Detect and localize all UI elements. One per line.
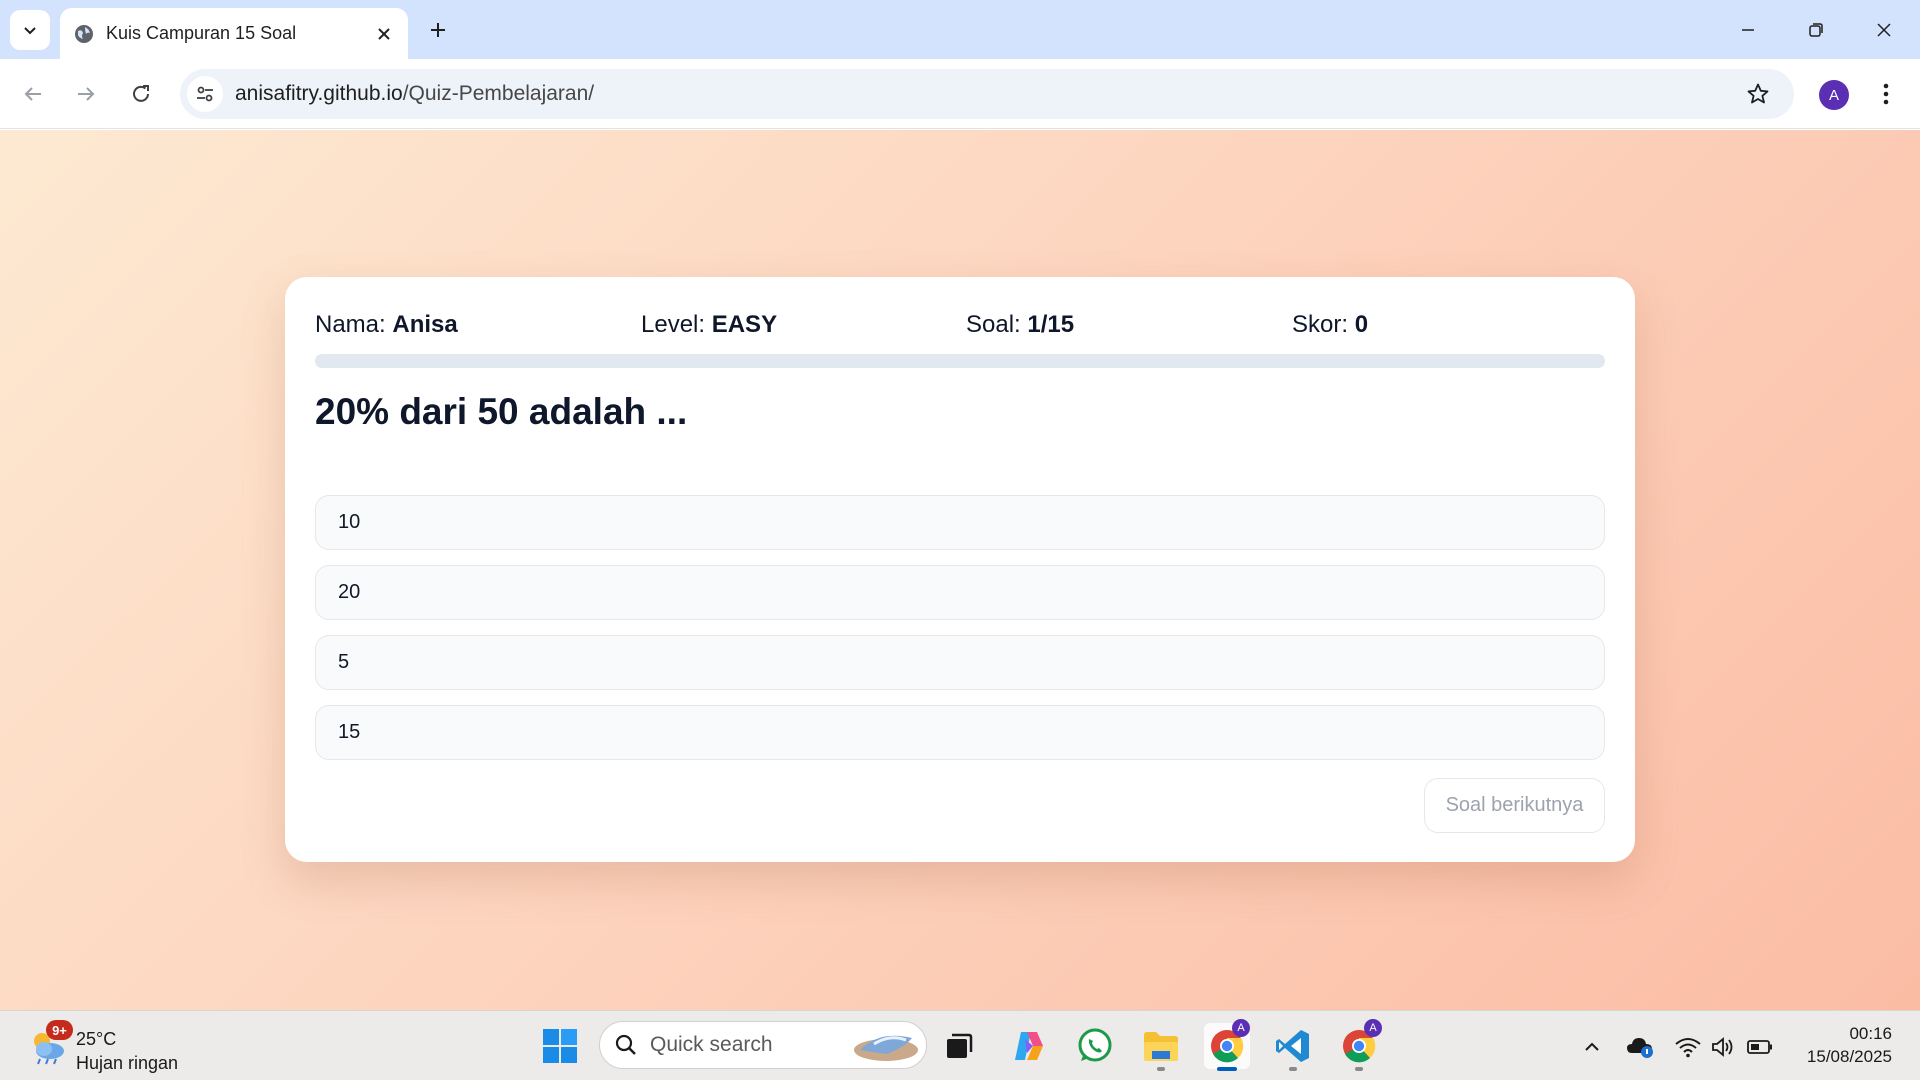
site-info-button[interactable] — [187, 76, 223, 112]
volume-button[interactable] — [1710, 1033, 1738, 1061]
bookmark-button[interactable] — [1738, 74, 1778, 114]
chevron-up-icon — [1585, 1042, 1599, 1051]
tray-overflow-button[interactable] — [1578, 1033, 1606, 1061]
chrome-button[interactable]: A — [1204, 1019, 1250, 1071]
reload-button[interactable] — [121, 74, 161, 114]
close-window-button[interactable] — [1864, 10, 1904, 50]
tab-title: Kuis Campuran 15 Soal — [106, 23, 297, 43]
wifi-icon — [1675, 1038, 1701, 1058]
clock-date: 15/08/2025 — [1806, 1047, 1892, 1066]
windows-logo-icon — [543, 1029, 577, 1063]
close-icon — [378, 27, 390, 40]
score-value: 0 — [1354, 311, 1369, 338]
name-label: Nama: — [315, 311, 386, 338]
browser-menu-button[interactable] — [1866, 74, 1906, 114]
minimize-button[interactable] — [1728, 10, 1768, 50]
chevron-down-icon — [24, 27, 36, 35]
quiz-info-row: Nama: Anisa Level: EASY Soal: 1/15 Skor:… — [315, 311, 1605, 341]
player-name: Nama: Anisa — [315, 311, 458, 339]
copilot-button[interactable] — [1006, 1023, 1052, 1069]
cloud-icon — [1627, 1038, 1653, 1058]
chrome-profile-badge: A — [1364, 1019, 1382, 1037]
quiz-score: Skor: 0 — [1292, 311, 1368, 339]
url-path: /Quiz-Pembelajaran/ — [402, 82, 595, 105]
weather-description: Hujan ringan — [76, 1053, 179, 1073]
score-label: Skor: — [1292, 311, 1349, 338]
forward-button[interactable] — [66, 74, 106, 114]
whatsapp-icon — [1078, 1028, 1112, 1062]
wifi-button[interactable] — [1674, 1033, 1702, 1061]
answer-option[interactable]: 15 — [315, 705, 1605, 760]
quiz-level: Level: EASY — [641, 311, 777, 339]
file-explorer-button[interactable] — [1138, 1023, 1184, 1071]
onedrive-button[interactable] — [1626, 1033, 1654, 1061]
name-value: Anisa — [392, 311, 458, 338]
address-bar[interactable]: anisafitry.github.io/Quiz-Pembelajaran/ — [180, 69, 1794, 119]
back-button[interactable] — [13, 74, 53, 114]
quiz-progress-bar — [315, 354, 1605, 368]
running-indicator — [1289, 1067, 1297, 1071]
speaker-icon — [1712, 1037, 1733, 1057]
vscode-icon — [1276, 1030, 1309, 1062]
search-highlight-icon — [854, 1035, 918, 1061]
more-vert-icon — [1883, 83, 1889, 105]
chrome-profile-badge: A — [1232, 1019, 1250, 1037]
question-counter: Soal: 1/15 — [966, 311, 1074, 339]
copilot-icon — [1015, 1032, 1043, 1060]
url-host: anisafitry.github.io — [235, 82, 403, 105]
task-view-icon — [947, 1033, 973, 1058]
page-viewport: Nama: Anisa Level: EASY Soal: 1/15 Skor:… — [0, 130, 1920, 1010]
browser-toolbar: anisafitry.github.io/Quiz-Pembelajaran/ … — [0, 59, 1920, 129]
search-icon — [615, 1034, 636, 1055]
answer-option[interactable]: 20 — [315, 565, 1605, 620]
task-view-button[interactable] — [936, 1023, 982, 1069]
arrow-right-icon — [78, 87, 95, 101]
question-text: 20% dari 50 adalah ... — [315, 391, 688, 432]
running-indicator — [1355, 1067, 1363, 1071]
next-question-button[interactable]: Soal berikutnya — [1424, 778, 1605, 833]
answer-option[interactable]: 5 — [315, 635, 1605, 690]
weather-temperature: 25°C — [76, 1029, 117, 1049]
whatsapp-button[interactable] — [1072, 1023, 1118, 1069]
browser-tabstrip: Kuis Campuran 15 Soal — [0, 0, 1920, 59]
answer-options: 10 20 5 15 — [315, 495, 1605, 775]
system-clock[interactable]: 00:16 15/08/2025 — [1807, 1022, 1892, 1068]
tab-search-button[interactable] — [10, 10, 50, 50]
answer-option[interactable]: 10 — [315, 495, 1605, 550]
reload-icon — [133, 85, 149, 102]
restore-button[interactable] — [1796, 10, 1836, 50]
running-indicator — [1157, 1067, 1165, 1071]
new-tab-button[interactable] — [422, 14, 454, 46]
question-count-label: Soal: — [966, 311, 1021, 338]
folder-icon — [1144, 1032, 1178, 1061]
battery-icon — [1747, 1040, 1772, 1054]
level-value: EASY — [711, 311, 778, 338]
plus-icon — [431, 23, 445, 37]
quiz-card: Nama: Anisa Level: EASY Soal: 1/15 Skor:… — [285, 277, 1635, 862]
chrome-profile-2-button[interactable]: A — [1336, 1019, 1382, 1071]
clock-time: 00:16 — [1849, 1024, 1892, 1043]
arrow-left-icon — [24, 87, 41, 101]
active-indicator — [1217, 1067, 1237, 1071]
profile-avatar[interactable]: A — [1819, 80, 1849, 110]
battery-button[interactable] — [1746, 1033, 1774, 1061]
question-count-value: 1/15 — [1027, 311, 1075, 338]
tab-close-button[interactable] — [368, 18, 400, 50]
search-placeholder: Quick search — [650, 1033, 773, 1056]
tune-icon — [197, 86, 213, 102]
url-text[interactable]: anisafitry.github.io/Quiz-Pembelajaran/ — [235, 82, 1738, 106]
weather-widget[interactable]: 9+ 25°C Hujan ringan — [24, 1019, 224, 1073]
taskbar: 9+ 25°C Hujan ringan Quick search A A 00… — [0, 1010, 1920, 1080]
close-icon — [1877, 23, 1891, 37]
weather-alert-badge: 9+ — [46, 1020, 73, 1040]
star-icon — [1747, 83, 1769, 104]
browser-tab[interactable]: Kuis Campuran 15 Soal — [60, 8, 408, 59]
level-label: Level: — [641, 311, 706, 338]
minimize-icon — [1742, 29, 1754, 31]
globe-icon — [75, 24, 93, 43]
restore-icon — [1809, 23, 1823, 37]
vscode-button[interactable] — [1270, 1023, 1316, 1071]
taskbar-search[interactable]: Quick search — [599, 1021, 927, 1069]
start-button[interactable] — [537, 1023, 583, 1069]
